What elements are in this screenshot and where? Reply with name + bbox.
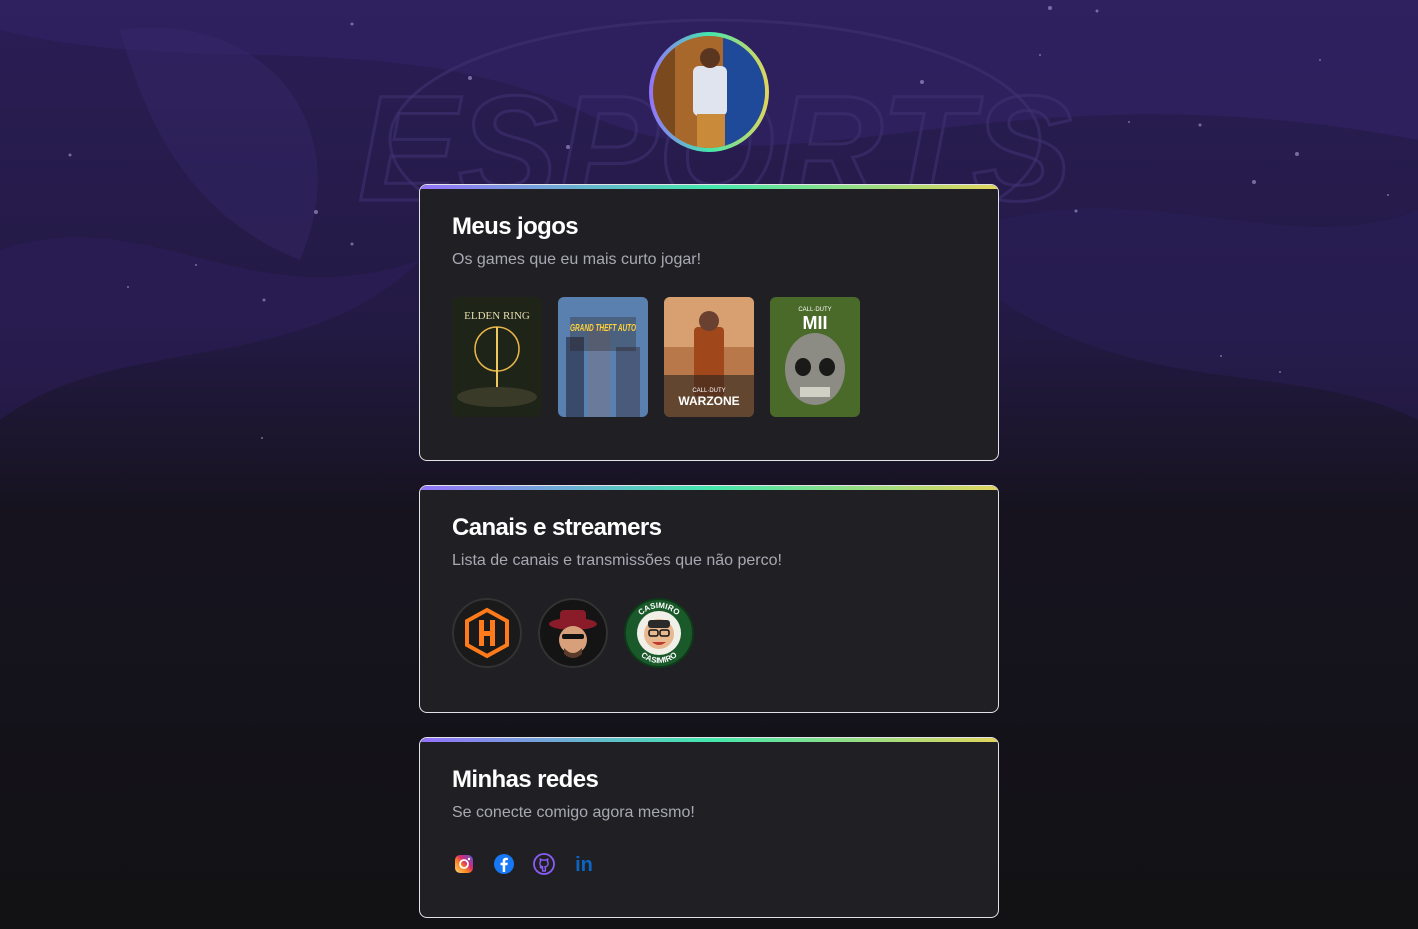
- github-link[interactable]: [532, 852, 556, 876]
- game-mw2[interactable]: CALL·DUTY MII: [770, 297, 860, 417]
- socials-title: Minhas redes: [452, 766, 599, 793]
- streamer-hat[interactable]: [538, 598, 608, 668]
- instagram-icon: [455, 855, 473, 873]
- streamers-list: CASIMIRO CASIMIRO: [452, 598, 694, 668]
- games-subtitle: Os games que eu mais curto jogar!: [452, 251, 702, 268]
- streamer-casimiro[interactable]: CASIMIRO CASIMIRO: [624, 598, 694, 668]
- game-warzone[interactable]: CALL·DUTY WARZONE: [664, 297, 754, 417]
- instagram-link[interactable]: [452, 852, 476, 876]
- elden-ring-caption: ELDEN RING: [464, 310, 530, 322]
- linkedin-link[interactable]: in: [572, 852, 596, 876]
- socials-list: in: [452, 852, 596, 876]
- game-elden-ring[interactable]: ELDEN RING: [452, 297, 542, 417]
- facebook-icon: [494, 854, 514, 874]
- gta-caption: GRAND THEFT AUTO: [570, 323, 636, 334]
- games-title: Meus jogos: [452, 213, 579, 240]
- socials-subtitle: Se conecte comigo agora mesmo!: [452, 804, 695, 821]
- streamers-subtitle: Lista de canais e transmissões que não p…: [452, 552, 782, 569]
- linkedin-icon: in: [575, 854, 593, 876]
- games-list: ELDEN RING GRAND THEFT AUTO CALL·DUTY WA…: [452, 297, 860, 417]
- warzone-caption: WARZONE: [678, 394, 739, 408]
- game-gta[interactable]: GRAND THEFT AUTO: [558, 297, 648, 417]
- streamers-card: Canais e streamers Lista de canais e tra…: [419, 485, 999, 713]
- github-icon: [533, 853, 555, 875]
- streamer-hardlevel[interactable]: [452, 598, 522, 668]
- profile-avatar: [649, 32, 769, 152]
- games-card: Meus jogos Os games que eu mais curto jo…: [419, 184, 999, 461]
- streamers-title: Canais e streamers: [452, 514, 662, 541]
- linkedin-label: in: [575, 854, 593, 876]
- socials-card: Minhas redes Se conecte comigo agora mes…: [419, 737, 999, 918]
- mw2-caption: MII: [803, 313, 828, 333]
- facebook-link[interactable]: [492, 852, 516, 876]
